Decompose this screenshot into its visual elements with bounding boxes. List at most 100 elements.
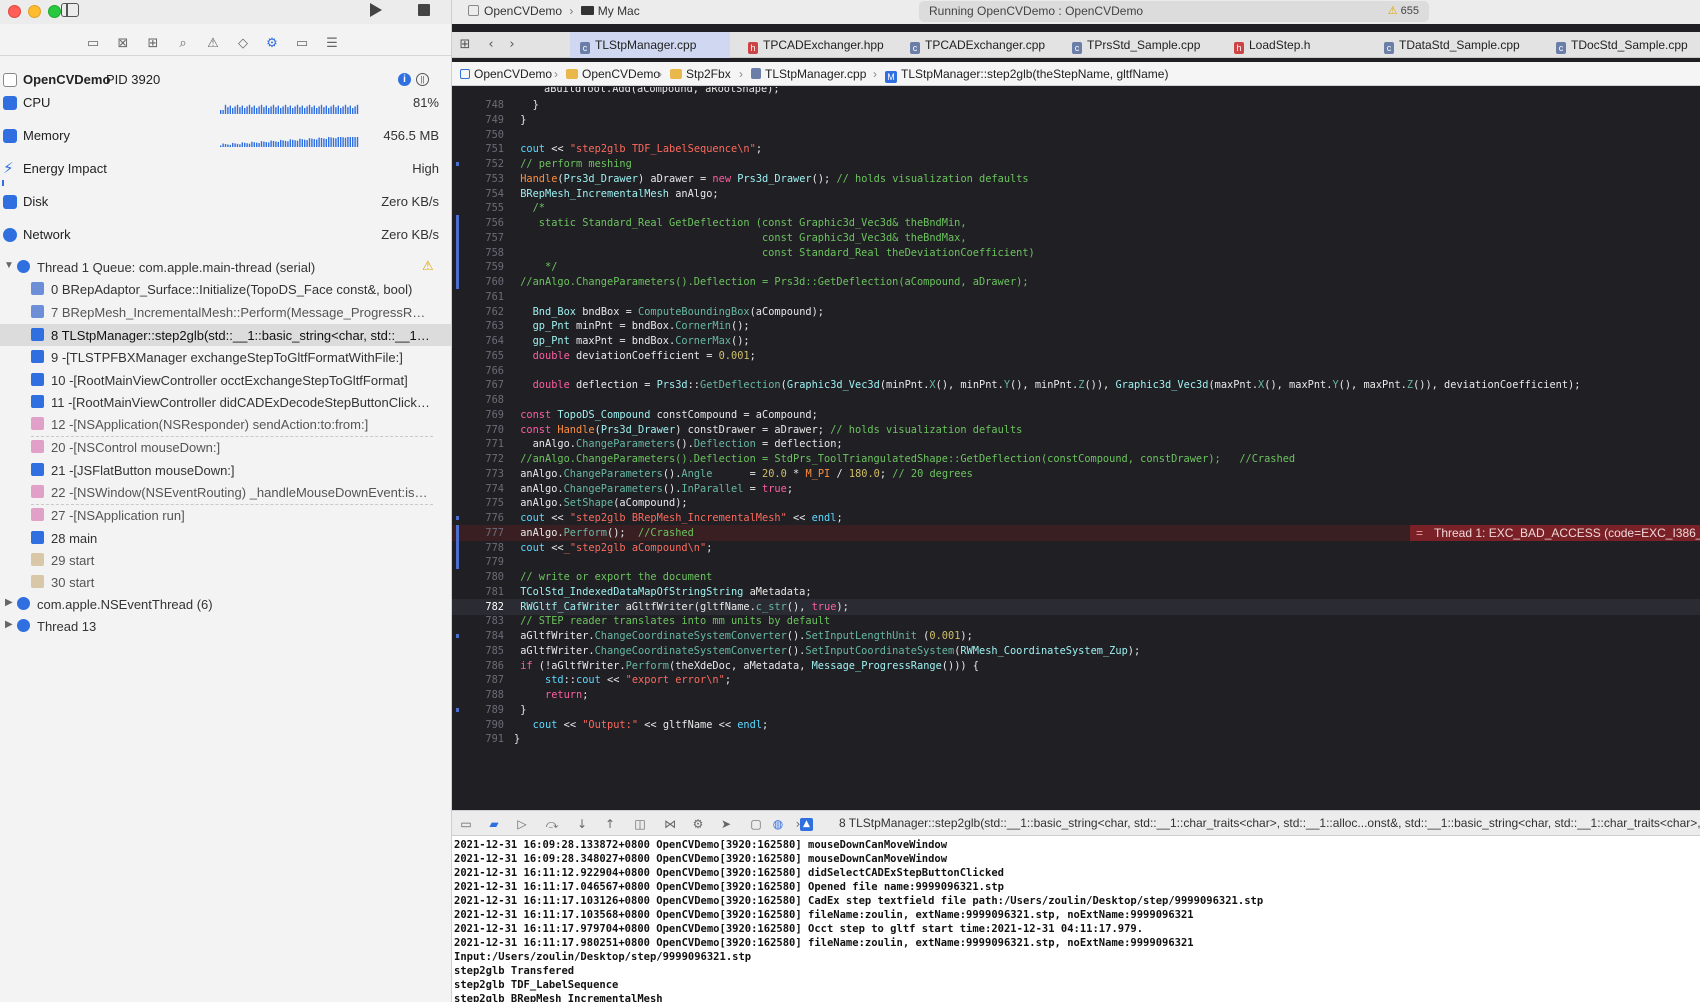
gauge-disk[interactable]: Disk Zero KB/s [0, 187, 451, 217]
line-number[interactable]: 766 [452, 363, 516, 379]
line-number[interactable]: 754 [452, 186, 516, 202]
breadcrumb-folder[interactable]: Stp2Fbx [670, 67, 731, 81]
line-number[interactable]: 748 [452, 97, 516, 113]
stack-frame[interactable]: 27 -[NSApplication run] [0, 504, 451, 526]
disclosure-open-icon[interactable]: ▼ [4, 260, 14, 271]
line-number[interactable]: 790 [452, 717, 516, 733]
step-over-icon[interactable]: ⤼ [544, 816, 560, 832]
breadcrumb-file[interactable]: TLStpManager.cpp [751, 67, 866, 81]
line-number[interactable]: 776 [452, 510, 516, 526]
disclosure-closed-icon[interactable]: ▶ [5, 597, 13, 608]
line-number[interactable]: 764 [452, 333, 516, 349]
continue-icon[interactable]: ▷ [514, 816, 530, 832]
line-number[interactable]: 783 [452, 613, 516, 629]
close-window-button[interactable] [8, 5, 21, 18]
tab-loadstep-h[interactable]: h LoadStep.h [1220, 32, 1330, 58]
line-number[interactable]: 775 [452, 495, 516, 511]
breakpoints-toggle-icon[interactable]: ▰ [486, 816, 502, 832]
line-number[interactable]: 760 [452, 274, 516, 290]
line-number[interactable]: 758 [452, 245, 516, 261]
line-number[interactable]: 750 [452, 127, 516, 143]
line-number[interactable]: 785 [452, 643, 516, 659]
line-number[interactable]: 761 [452, 289, 516, 305]
line-number[interactable]: 755 [452, 200, 516, 216]
line-number[interactable]: 788 [452, 687, 516, 703]
tab-tlstpmanager-cpp[interactable]: c TLStpManager.cpp [570, 32, 730, 58]
line-number[interactable]: 773 [452, 466, 516, 482]
debug-frame-label[interactable]: 8 TLStpManager::step2glb(std::__1::basic… [839, 816, 1700, 830]
location-icon[interactable]: ➤ [718, 816, 734, 832]
symbol-navigator-icon[interactable]: ⊞ [145, 36, 161, 52]
line-number[interactable]: 763 [452, 318, 516, 334]
line-number[interactable]: 777 [452, 525, 516, 541]
scheme-selector[interactable]: OpenCVDemo › My Mac [468, 4, 640, 18]
zoom-window-button[interactable] [48, 5, 61, 18]
line-number[interactable]: 791 [452, 731, 516, 747]
sidebar-toggle-icon[interactable] [61, 3, 79, 17]
info-icon[interactable]: i [398, 73, 411, 86]
line-number[interactable]: 789 [452, 702, 516, 718]
run-button[interactable] [370, 3, 382, 17]
stack-frame[interactable]: 28 main [0, 527, 451, 549]
report-navigator-icon[interactable]: ☰ [324, 36, 340, 52]
line-number[interactable]: 771 [452, 436, 516, 452]
tab-tdatastd-sample-cpp[interactable]: c TDataStd_Sample.cpp [1370, 32, 1540, 58]
breakpoint-navigator-icon[interactable]: ▭ [294, 36, 310, 52]
breadcrumb-group[interactable]: OpenCVDemo [566, 67, 660, 81]
line-number[interactable]: 765 [452, 348, 516, 364]
stop-button[interactable] [418, 4, 430, 16]
console-output[interactable]: 2021-12-31 16:09:28.133872+0800 OpenCVDe… [452, 836, 1700, 1002]
stack-frame[interactable]: 11 -[RootMainViewController didCADExDeco… [0, 391, 451, 413]
stack-frame[interactable]: 7 BRepMesh_IncrementalMesh::Perform(Mess… [0, 301, 451, 323]
line-number[interactable]: 772 [452, 451, 516, 467]
line-number[interactable]: 751 [452, 141, 516, 157]
thread-row[interactable]: ▶ Thread 13 [0, 615, 451, 637]
minimize-window-button[interactable] [28, 5, 41, 18]
tab-tdocstd-sample-cpp[interactable]: c TDocStd_Sample.cpp [1542, 32, 1700, 58]
gauge-energy[interactable]: ⚡ Energy Impact High [0, 154, 451, 186]
line-number[interactable]: 749 [452, 112, 516, 128]
stack-frame[interactable]: 0 BRepAdaptor_Surface::Initialize(TopoDS… [0, 278, 451, 300]
line-number[interactable]: 786 [452, 658, 516, 674]
breadcrumb-symbol[interactable]: M TLStpManager::step2glb(theStepName, glt… [885, 67, 1168, 83]
line-number[interactable]: 756 [452, 215, 516, 231]
issue-warning-icon[interactable]: ⚠ [205, 36, 221, 52]
thread-icon[interactable]: ◍ [770, 816, 786, 832]
gauge-cpu[interactable]: CPU 81% [0, 88, 451, 118]
tab-tpcadexchanger-cpp[interactable]: c TPCADExchanger.cpp [896, 32, 1054, 58]
line-number[interactable]: 780 [452, 569, 516, 585]
view-hierarchy-icon[interactable]: ◫ [632, 816, 648, 832]
gauge-network[interactable]: Network Zero KB/s [0, 220, 451, 250]
line-number[interactable]: 778 [452, 540, 516, 556]
thread-row[interactable]: ▶ com.apple.NSEventThread (6) [0, 593, 451, 615]
line-number[interactable]: 774 [452, 481, 516, 497]
line-number[interactable]: 784 [452, 628, 516, 644]
source-editor[interactable]: aBuildTool.Add(aCompound, aRootShape); 7… [452, 87, 1700, 807]
line-number[interactable]: 769 [452, 407, 516, 423]
line-number[interactable]: 779 [452, 554, 516, 570]
stack-frame[interactable]: 10 -[RootMainViewController occtExchange… [0, 369, 451, 391]
gauge-memory[interactable]: Memory 456.5 MB [0, 121, 451, 151]
line-number[interactable]: 782 [452, 599, 516, 615]
search-icon[interactable]: ⌕ [175, 36, 191, 52]
stack-frame[interactable]: 20 -[NSControl mouseDown:] [0, 436, 451, 458]
step-out-icon[interactable]: ↑ [602, 816, 618, 832]
forward-icon[interactable]: › [504, 37, 520, 53]
back-icon[interactable]: ‹ [483, 37, 499, 53]
line-number[interactable]: 757 [452, 230, 516, 246]
warnings-badge[interactable]: ⚠ 655 [1388, 4, 1419, 17]
stack-frame[interactable]: 9 -[TLSTPFBXManager exchangeStepToGltfFo… [0, 346, 451, 368]
line-number[interactable]: 770 [452, 422, 516, 438]
line-number[interactable]: 753 [452, 171, 516, 187]
disclosure-closed-icon[interactable]: ▶ [5, 619, 13, 630]
tab-tprsstd-sample-cpp[interactable]: c TPrsStd_Sample.cpp [1058, 32, 1216, 58]
stack-frame[interactable]: 22 -[NSWindow(NSEventRouting) _handleMou… [0, 481, 451, 503]
line-number[interactable]: 787 [452, 672, 516, 688]
line-number[interactable]: 752 [452, 156, 516, 172]
stack-frame[interactable]: 21 -[JSFlatButton mouseDown:] [0, 459, 451, 481]
line-number[interactable]: 759 [452, 259, 516, 275]
environment-overrides-icon[interactable]: ⚙ [690, 816, 706, 832]
stack-frame[interactable]: 12 -[NSApplication(NSResponder) sendActi… [0, 413, 451, 435]
tab-tpcadexchanger-hpp[interactable]: h TPCADExchanger.hpp [734, 32, 892, 58]
hide-debug-area-icon[interactable]: ▭ [458, 816, 474, 832]
